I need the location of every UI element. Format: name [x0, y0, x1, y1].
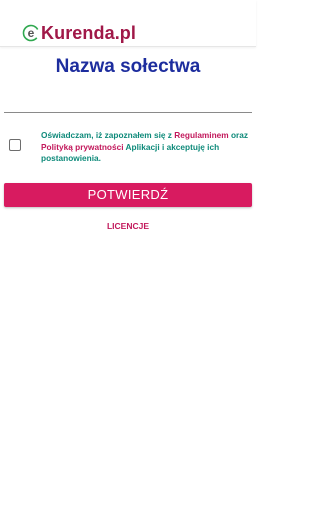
- village-name-input[interactable]: [4, 100, 252, 113]
- privacy-policy-link[interactable]: Polityką prywatności: [41, 142, 124, 152]
- regulations-link[interactable]: Regulaminem: [174, 130, 228, 140]
- page-title: Nazwa sołectwa: [55, 56, 201, 77]
- consent-text: Oświadczam, iż zapoznałem się z Regulami…: [41, 130, 253, 165]
- ekurenda-logo-icon: e: [22, 24, 40, 42]
- confirm-button[interactable]: POTWIERDŹ: [4, 183, 252, 207]
- logo-prefix: e: [28, 26, 35, 40]
- consent-text-part2: oraz: [228, 130, 249, 140]
- licenses-link[interactable]: LICENCJE: [0, 221, 256, 231]
- app-logo: e Kurenda.pl: [22, 18, 136, 42]
- consent-checkbox[interactable]: [9, 139, 21, 151]
- consent-text-part1: Oświadczam, iż zapoznałem się z: [41, 130, 175, 140]
- logo-name: Kurenda.pl: [41, 23, 137, 43]
- app-header: e Kurenda.pl: [0, 0, 256, 47]
